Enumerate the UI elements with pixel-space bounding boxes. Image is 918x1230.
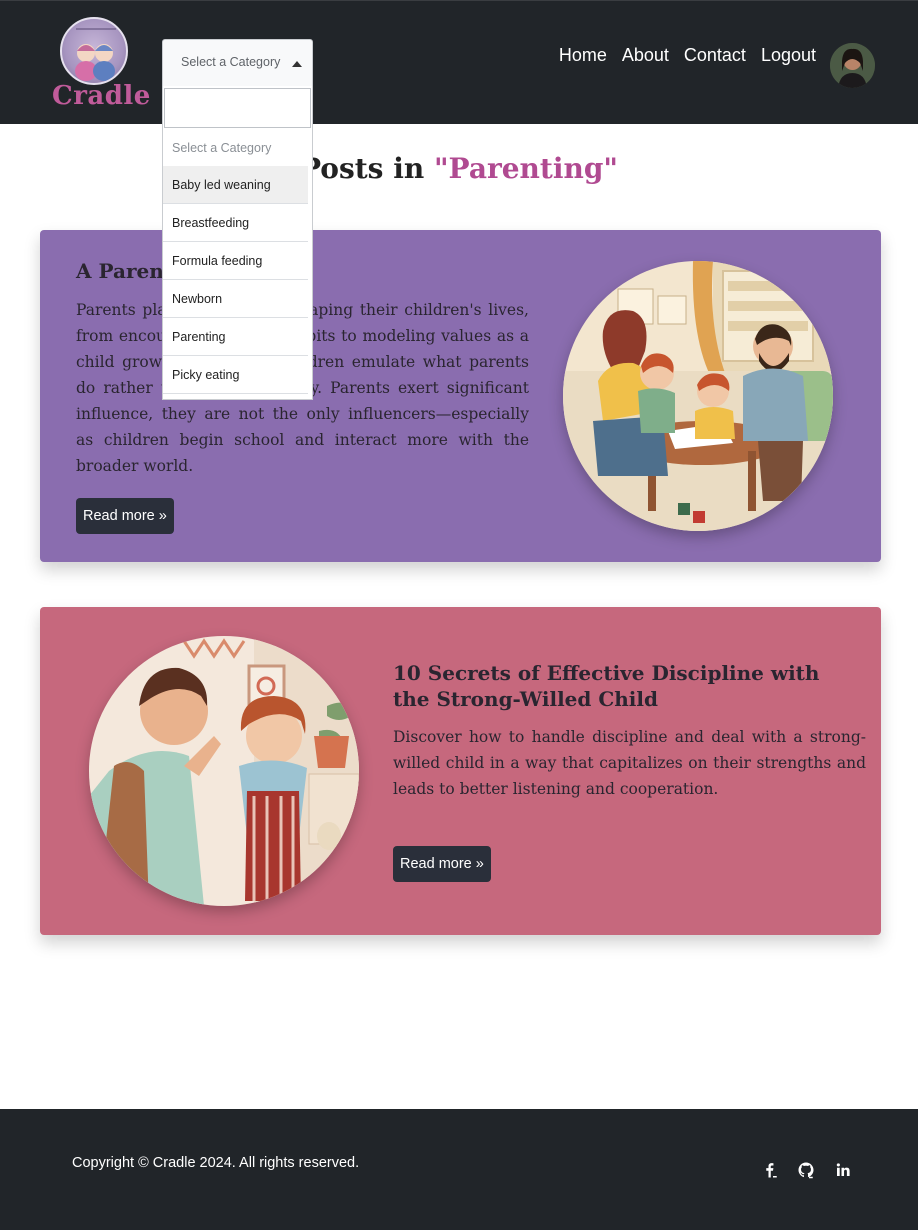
logo-babies-icon <box>60 17 128 85</box>
category-dropdown: Select a Category Baby led weaning Breas… <box>162 86 313 400</box>
site-logo[interactable]: Cradle <box>52 17 151 113</box>
category-option-baby-led-weaning[interactable]: Baby led weaning <box>163 166 308 204</box>
post-title[interactable]: 10 Secrets of Effective Discipline with … <box>393 660 853 712</box>
category-option-breastfeeding[interactable]: Breastfeeding <box>163 204 308 242</box>
category-option-newborn[interactable]: Newborn <box>163 280 308 318</box>
linkedin-icon[interactable] <box>834 1161 852 1179</box>
post-image-family[interactable] <box>563 261 833 531</box>
page-title-prefix: Posts in <box>300 152 434 185</box>
read-more-button[interactable]: Read more » <box>393 846 491 882</box>
main-nav: Home About Contact Logout <box>559 45 816 66</box>
github-icon[interactable] <box>797 1161 815 1179</box>
caret-up-icon <box>292 61 302 67</box>
copyright-text: Copyright © Cradle 2024. All rights rese… <box>72 1155 360 1171</box>
nav-logout-link[interactable]: Logout <box>761 45 816 66</box>
site-footer: Copyright © Cradle 2024. All rights rese… <box>0 1109 918 1230</box>
post-card: 10 Secrets of Effective Discipline with … <box>40 607 881 935</box>
category-option-formula-feeding[interactable]: Formula feeding <box>163 242 308 280</box>
facebook-icon[interactable] <box>761 1161 779 1179</box>
category-option-picky-eating[interactable]: Picky eating <box>163 356 308 394</box>
logo-text: Cradle <box>52 81 151 111</box>
category-search-input[interactable] <box>164 88 311 128</box>
nav-about-link[interactable]: About <box>622 45 669 66</box>
page-title: Posts in "Parenting" <box>0 152 918 185</box>
page-title-category: "Parenting" <box>433 152 618 185</box>
category-option-parenting[interactable]: Parenting <box>163 318 308 356</box>
post-image-discipline[interactable] <box>89 636 359 906</box>
user-avatar[interactable] <box>830 43 875 88</box>
nav-home-link[interactable]: Home <box>559 45 607 66</box>
post-excerpt: Discover how to handle discipline and de… <box>393 728 866 798</box>
read-more-button[interactable]: Read more » <box>76 498 174 534</box>
site-header: Cradle Home About Contact Logout <box>0 0 918 124</box>
nav-contact-link[interactable]: Contact <box>684 45 746 66</box>
category-options-list: Select a Category Baby led weaning Breas… <box>163 129 312 394</box>
category-select[interactable]: Select a Category <box>162 39 313 87</box>
category-option-placeholder[interactable]: Select a Category <box>163 129 308 166</box>
category-select-value: Select a Category <box>181 55 281 69</box>
